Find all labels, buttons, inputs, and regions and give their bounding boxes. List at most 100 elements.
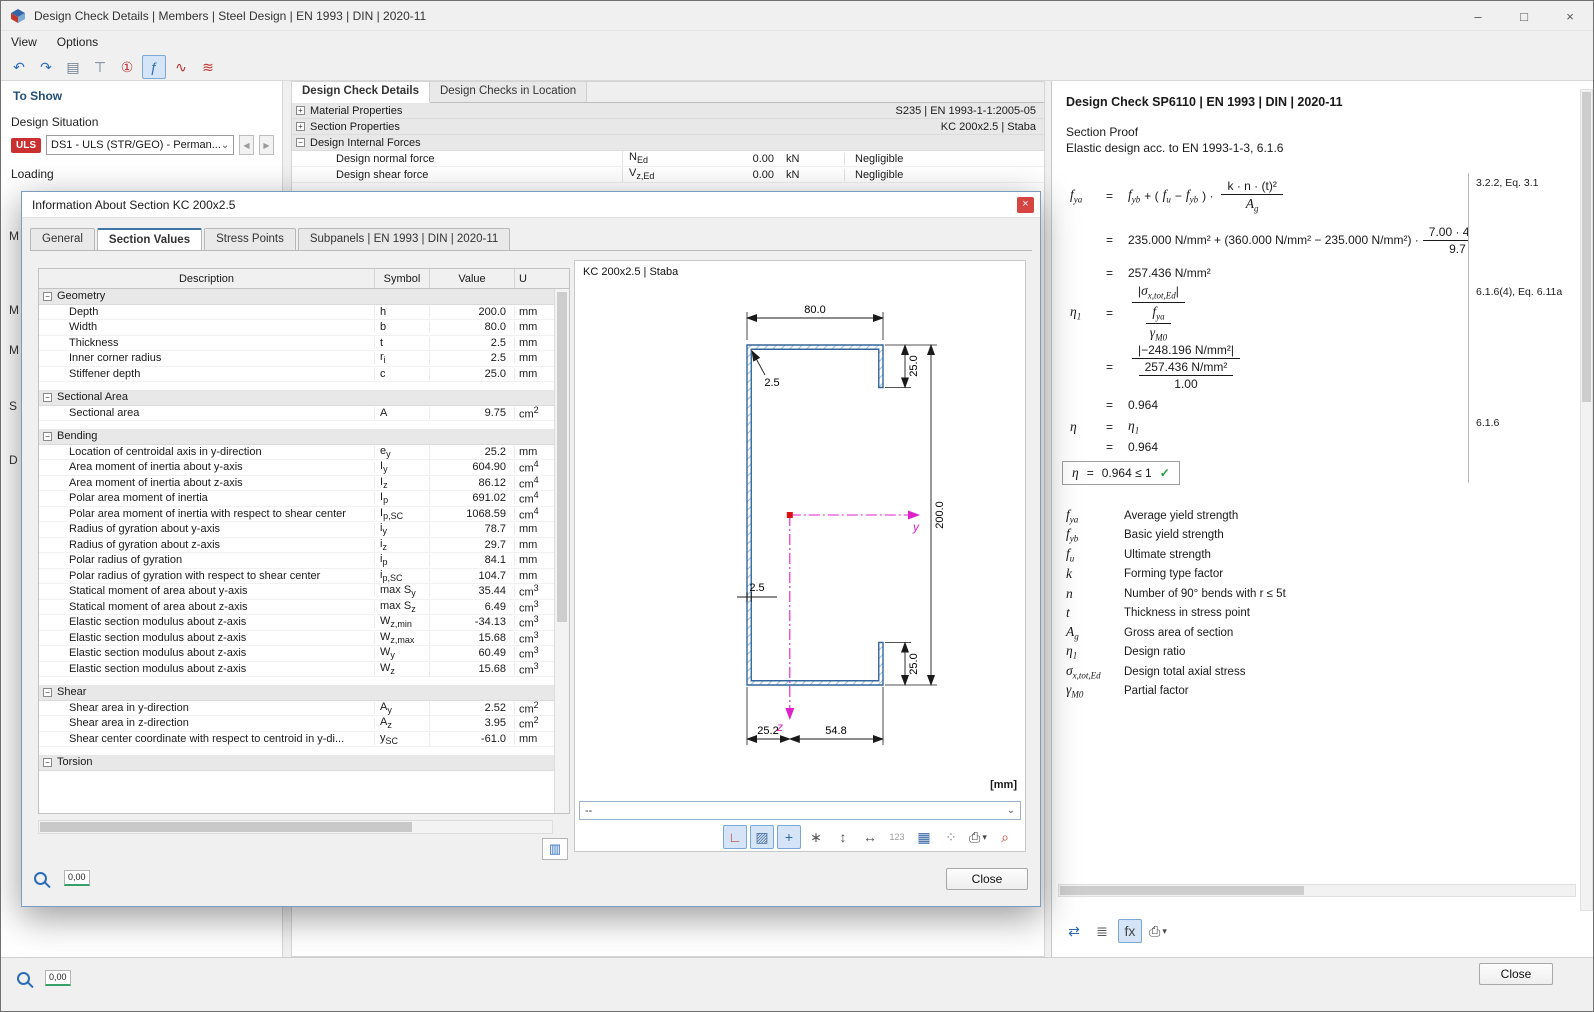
tree-row-design-normal-force[interactable]: Design normal force NEd 0.00 kN Negligib… xyxy=(292,151,1044,167)
tab-section-values[interactable]: Section Values xyxy=(97,228,202,250)
expand-icon[interactable]: + xyxy=(296,106,305,115)
result-curve-icon[interactable]: ∿ xyxy=(169,55,193,79)
maximize-icon[interactable]: □ xyxy=(1501,1,1547,31)
table-row[interactable]: Statical moment of area about z-axismax … xyxy=(39,600,554,616)
decimal-places-button[interactable]: 0,00 xyxy=(64,870,90,886)
table-row[interactable]: Radius of gyration about z-axisiz29.7mm xyxy=(39,538,554,554)
table-vertical-scrollbar[interactable] xyxy=(554,289,569,813)
show-axes-icon[interactable]: ∟ xyxy=(723,825,747,849)
table-row[interactable]: Elastic section modulus about z-axisWz,m… xyxy=(39,615,554,631)
table-row[interactable]: Polar radius of gyrationip84.1mm xyxy=(39,553,554,569)
cell-symbol: Wz,max xyxy=(375,631,430,645)
cell-value: 691.02 xyxy=(430,492,515,504)
dropdown-arrow-icon[interactable]: ▾ xyxy=(1162,926,1167,937)
table-row[interactable]: Thicknesst2.5mm xyxy=(39,336,554,352)
result-diagram-icon[interactable]: ▤ xyxy=(61,55,85,79)
section-group-row[interactable]: −Geometry xyxy=(39,289,554,305)
design-situation-select[interactable]: DS1 - ULS (STR/GEO) - Perman... ⌄ xyxy=(46,135,234,155)
tab-design-check-details[interactable]: Design Check Details xyxy=(292,82,430,103)
measure-icon[interactable]: ⊤ xyxy=(88,55,112,79)
dropdown-arrow-icon[interactable]: ▾ xyxy=(982,832,987,843)
show-stress-points-icon[interactable]: ∗ xyxy=(804,825,828,849)
table-row[interactable]: Location of centroidal axis in y-directi… xyxy=(39,445,554,461)
info-1-icon[interactable]: ① xyxy=(115,55,139,79)
table-row[interactable]: Area moment of inertia about z-axisIz86.… xyxy=(39,476,554,492)
cell-symbol: Ay xyxy=(375,701,430,715)
close-button[interactable]: Close xyxy=(1479,963,1553,985)
table-horizontal-scrollbar[interactable] xyxy=(38,820,553,834)
collapse-icon[interactable]: − xyxy=(296,138,305,147)
table-row[interactable]: Statical moment of area about y-axismax … xyxy=(39,584,554,600)
vertical-scrollbar[interactable] xyxy=(1580,89,1593,911)
mesh-points-icon[interactable]: ⁘ xyxy=(939,825,963,849)
dimension-horizontal-icon[interactable]: ↔ xyxy=(858,825,882,849)
forward-icon[interactable]: ↷ xyxy=(34,55,58,79)
table-row[interactable]: Elastic section modulus about z-axisWy60… xyxy=(39,646,554,662)
table-row[interactable]: Inner corner radiusri2.5mm xyxy=(39,351,554,367)
tab-design-checks-in-location[interactable]: Design Checks in Location xyxy=(430,82,587,102)
tree-row-section-properties[interactable]: + Section Properties KC 200x2.5 | Staba xyxy=(292,119,1044,135)
table-row[interactable]: Shear center coordinate with respect to … xyxy=(39,732,554,748)
design-check-details-icon[interactable]: ƒ xyxy=(142,55,166,79)
table-row[interactable]: Stiffener depthc25.0mm xyxy=(39,367,554,383)
horizontal-scrollbar[interactable] xyxy=(1058,884,1576,897)
decimal-places-button[interactable]: 0,00 xyxy=(45,970,71,986)
zoom-icon[interactable] xyxy=(34,872,47,885)
grid-icon[interactable]: ▦ xyxy=(912,825,936,849)
formula-reference-icon[interactable]: fx xyxy=(1118,919,1142,943)
collapse-icon[interactable]: − xyxy=(43,688,52,697)
tree-row-design-shear-force[interactable]: Design shear force Vz,Ed 0.00 kN Negligi… xyxy=(292,167,1044,183)
table-row[interactable]: Area moment of inertia about y-axisIy604… xyxy=(39,460,554,476)
dialog-close-button[interactable]: Close xyxy=(946,868,1028,890)
menu-options[interactable]: Options xyxy=(47,33,108,51)
transfer-icon[interactable]: ⇄ xyxy=(1062,919,1086,943)
table-row[interactable]: Polar area moment of inertia with respec… xyxy=(39,507,554,523)
reference-divider xyxy=(1468,173,1469,483)
tab-stress-points[interactable]: Stress Points xyxy=(204,228,296,250)
show-hatching-icon[interactable]: ▨ xyxy=(750,825,774,849)
dimension-vertical-icon[interactable]: ↕ xyxy=(831,825,855,849)
print-icon[interactable]: ⎙▾ xyxy=(966,825,990,849)
menu-view[interactable]: View xyxy=(1,33,47,51)
stress-point-select[interactable]: -- ⌄ xyxy=(579,801,1021,820)
find-stress-point-icon[interactable]: ⌕ xyxy=(993,825,1017,849)
collapse-icon[interactable]: − xyxy=(43,432,52,441)
dialog-close-icon[interactable]: × xyxy=(1017,197,1034,213)
table-row[interactable]: Radius of gyration about y-axisiy78.7mm xyxy=(39,522,554,538)
table-row[interactable]: Depthh200.0mm xyxy=(39,305,554,321)
collapse-icon[interactable]: − xyxy=(43,758,52,767)
close-window-icon[interactable]: × xyxy=(1547,1,1593,31)
table-row[interactable]: Elastic section modulus about z-axisWz,m… xyxy=(39,631,554,647)
limit-lines-icon[interactable]: ≋ xyxy=(196,55,220,79)
tree-row-material-properties[interactable]: + Material Properties S235 | EN 1993-1-1… xyxy=(292,103,1044,119)
zoom-icon[interactable] xyxy=(17,972,30,985)
next-situation-icon[interactable]: ▶ xyxy=(259,135,274,155)
section-group-row[interactable]: −Sectional Area xyxy=(39,390,554,406)
section-group-row[interactable]: −Bending xyxy=(39,429,554,445)
show-principal-axes-icon[interactable]: + xyxy=(777,825,801,849)
cell-value: 29.7 xyxy=(430,539,515,551)
expand-icon[interactable]: + xyxy=(296,122,305,131)
minimize-icon[interactable]: – xyxy=(1455,1,1501,31)
collapse-icon[interactable]: − xyxy=(43,292,52,301)
tab-subpanels[interactable]: Subpanels | EN 1993 | DIN | 2020-11 xyxy=(298,228,510,250)
previous-situation-icon[interactable]: ◀ xyxy=(239,135,254,155)
table-row[interactable]: Shear area in y-directionAy2.52cm2 xyxy=(39,701,554,717)
print-icon[interactable]: ⎙▾ xyxy=(1146,919,1170,943)
numbering-icon[interactable]: 123 xyxy=(885,825,909,849)
tree-row-design-internal-forces[interactable]: − Design Internal Forces xyxy=(292,135,1044,151)
table-row[interactable]: Elastic section modulus about z-axisWz15… xyxy=(39,662,554,678)
section-group-row[interactable]: −Torsion xyxy=(39,755,554,771)
group-name: Torsion xyxy=(57,756,92,768)
section-group-row[interactable]: −Shear xyxy=(39,685,554,701)
back-icon[interactable]: ↶ xyxy=(7,55,31,79)
table-row[interactable]: Shear area in z-directionAz3.95cm2 xyxy=(39,716,554,732)
collapse-icon[interactable]: − xyxy=(43,393,52,402)
tab-general[interactable]: General xyxy=(30,228,95,250)
table-row[interactable]: Polar radius of gyration with respect to… xyxy=(39,569,554,585)
table-row[interactable]: Sectional areaA9.75cm2 xyxy=(39,406,554,422)
table-row[interactable]: Polar area moment of inertiaIp691.02cm4 xyxy=(39,491,554,507)
operator: + ( xyxy=(1144,189,1158,203)
table-row[interactable]: Widthb80.0mm xyxy=(39,320,554,336)
sorted-list-icon[interactable]: ≣ xyxy=(1090,919,1114,943)
